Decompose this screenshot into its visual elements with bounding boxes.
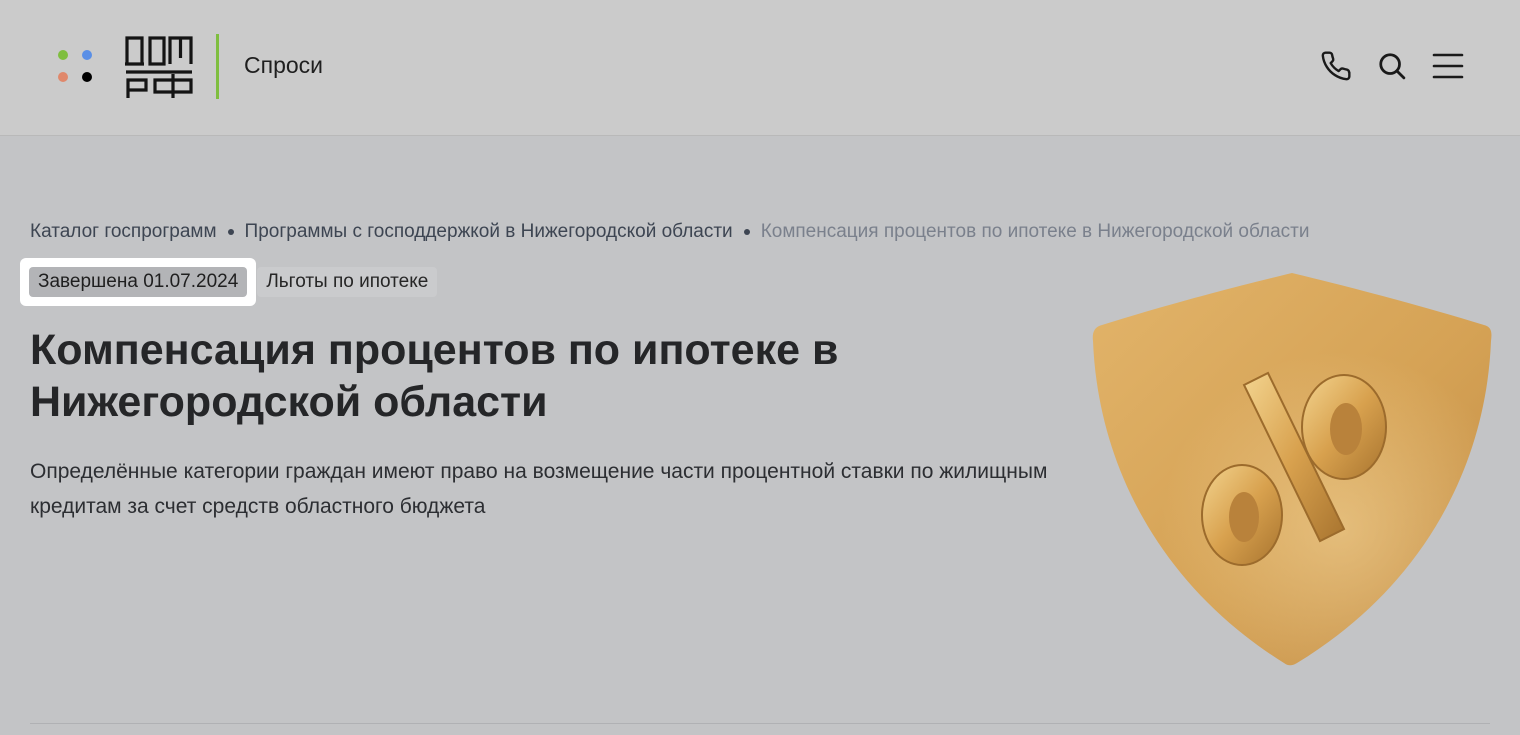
content-divider bbox=[30, 723, 1490, 724]
status-tag-highlight: Завершена 01.07.2024 bbox=[20, 258, 257, 306]
logo-dot-black bbox=[82, 72, 92, 82]
main-content: Каталог госпрограмм Программы с господде… bbox=[0, 137, 1520, 735]
service-name[interactable]: Спроси bbox=[244, 50, 323, 80]
breadcrumb-separator bbox=[227, 229, 234, 235]
status-badge: Завершена 01.07.2024 bbox=[29, 267, 248, 297]
percent-shield-icon bbox=[1092, 273, 1492, 666]
logo-divider bbox=[216, 34, 219, 99]
breadcrumb-item-current: Компенсация процентов по ипотеке в Нижег… bbox=[760, 221, 1310, 242]
logo-dot-blue bbox=[82, 50, 92, 60]
breadcrumb-separator bbox=[743, 229, 750, 235]
category-tag[interactable]: Льготы по ипотеке bbox=[257, 267, 438, 297]
program-tags: Завершена 01.07.2024 Льготы по ипотеке bbox=[20, 258, 438, 306]
header-actions bbox=[1320, 48, 1464, 84]
page-description: Определённые категории граждан имеют пра… bbox=[30, 460, 1048, 518]
search-icon[interactable] bbox=[1376, 48, 1408, 84]
breadcrumb: Каталог госпрограмм Программы с господде… bbox=[30, 219, 1309, 245]
site-header: Спроси bbox=[0, 0, 1520, 136]
page-title: Компенсация процентов по ипотеке в Нижег… bbox=[30, 326, 839, 426]
logo-dots-icon[interactable] bbox=[58, 50, 94, 86]
dom-rf-logo-icon[interactable] bbox=[124, 34, 194, 100]
logo-dot-orange bbox=[58, 72, 68, 82]
menu-icon[interactable] bbox=[1432, 48, 1464, 84]
breadcrumb-item-region-programs[interactable]: Программы с господдержкой в Нижегородско… bbox=[245, 219, 733, 245]
breadcrumb-item-catalog[interactable]: Каталог госпрограмм bbox=[30, 219, 217, 245]
logo-dot-green bbox=[58, 50, 68, 60]
phone-icon[interactable] bbox=[1320, 48, 1352, 84]
